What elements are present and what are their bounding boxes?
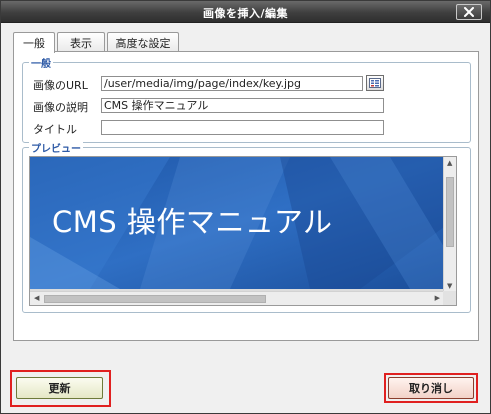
update-highlight-box <box>10 370 111 407</box>
general-fieldset: 一般 画像のURL /user/media/img/page/index/key… <box>22 55 471 143</box>
preview-fieldset: プレビュー CMS 操作マニュアル ▲ ▼ ◀ ▶ <box>22 140 471 313</box>
preview-frame: CMS 操作マニュアル ▲ ▼ ◀ ▶ <box>29 156 457 306</box>
scroll-up-icon[interactable]: ▲ <box>447 160 452 167</box>
tab-general[interactable]: 一般 <box>13 32 55 53</box>
title-input[interactable] <box>101 120 384 135</box>
tab-panel: 一般 画像のURL /user/media/img/page/index/key… <box>13 51 479 341</box>
url-input[interactable]: /user/media/img/page/index/key.jpg <box>101 76 363 91</box>
browse-button[interactable] <box>366 75 384 91</box>
vertical-scroll-thumb[interactable] <box>446 177 454 247</box>
title-bar[interactable]: 画像を挿入/編集 <box>1 1 490 23</box>
preview-image-text: CMS 操作マニュアル <box>52 205 333 239</box>
tab-advanced[interactable]: 高度な設定 <box>107 32 179 52</box>
description-label: 画像の説明 <box>33 101 88 114</box>
scroll-right-icon[interactable]: ▶ <box>435 295 440 302</box>
horizontal-scroll-thumb[interactable] <box>44 295 266 303</box>
close-button[interactable] <box>456 4 482 20</box>
cancel-highlight-box <box>384 373 478 403</box>
title-label: タイトル <box>33 123 77 136</box>
description-input[interactable]: CMS 操作マニュアル <box>101 98 384 113</box>
url-label: 画像のURL <box>33 79 88 92</box>
browse-list-icon <box>369 78 381 88</box>
scroll-corner <box>443 291 456 305</box>
general-legend: 一般 <box>29 55 53 70</box>
preview-legend: プレビュー <box>29 140 83 155</box>
scroll-down-icon[interactable]: ▼ <box>447 283 452 290</box>
vertical-scrollbar[interactable]: ▲ ▼ <box>443 157 456 293</box>
close-icon <box>464 7 474 17</box>
tab-appearance[interactable]: 表示 <box>57 32 105 52</box>
preview-image: CMS 操作マニュアル <box>30 157 444 289</box>
horizontal-scrollbar[interactable]: ◀ ▶ <box>30 291 444 305</box>
scroll-left-icon[interactable]: ◀ <box>34 295 39 302</box>
image-dialog: 画像を挿入/編集 一般 表示 高度な設定 一般 画像のURL /user/med… <box>0 0 491 414</box>
dialog-title: 画像を挿入/編集 <box>202 7 289 20</box>
